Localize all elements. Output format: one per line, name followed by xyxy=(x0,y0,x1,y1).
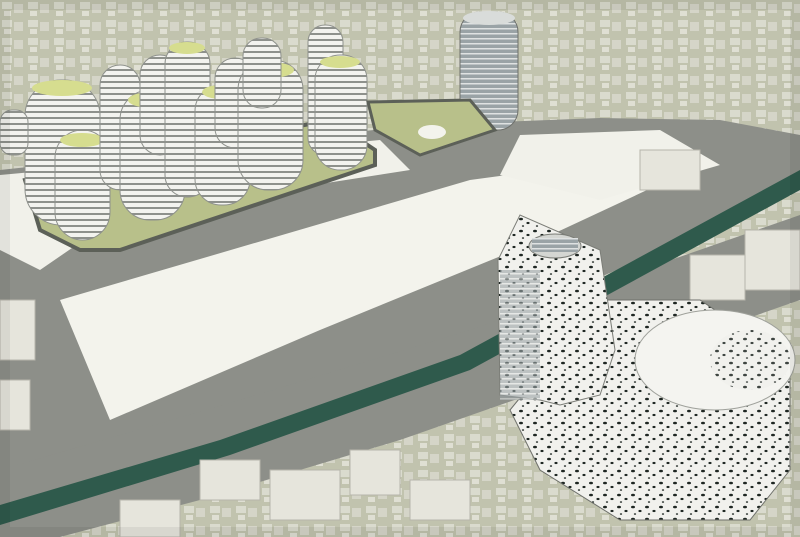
render-scene xyxy=(0,0,800,537)
city-render xyxy=(0,0,800,537)
park-pavilion xyxy=(418,125,446,139)
